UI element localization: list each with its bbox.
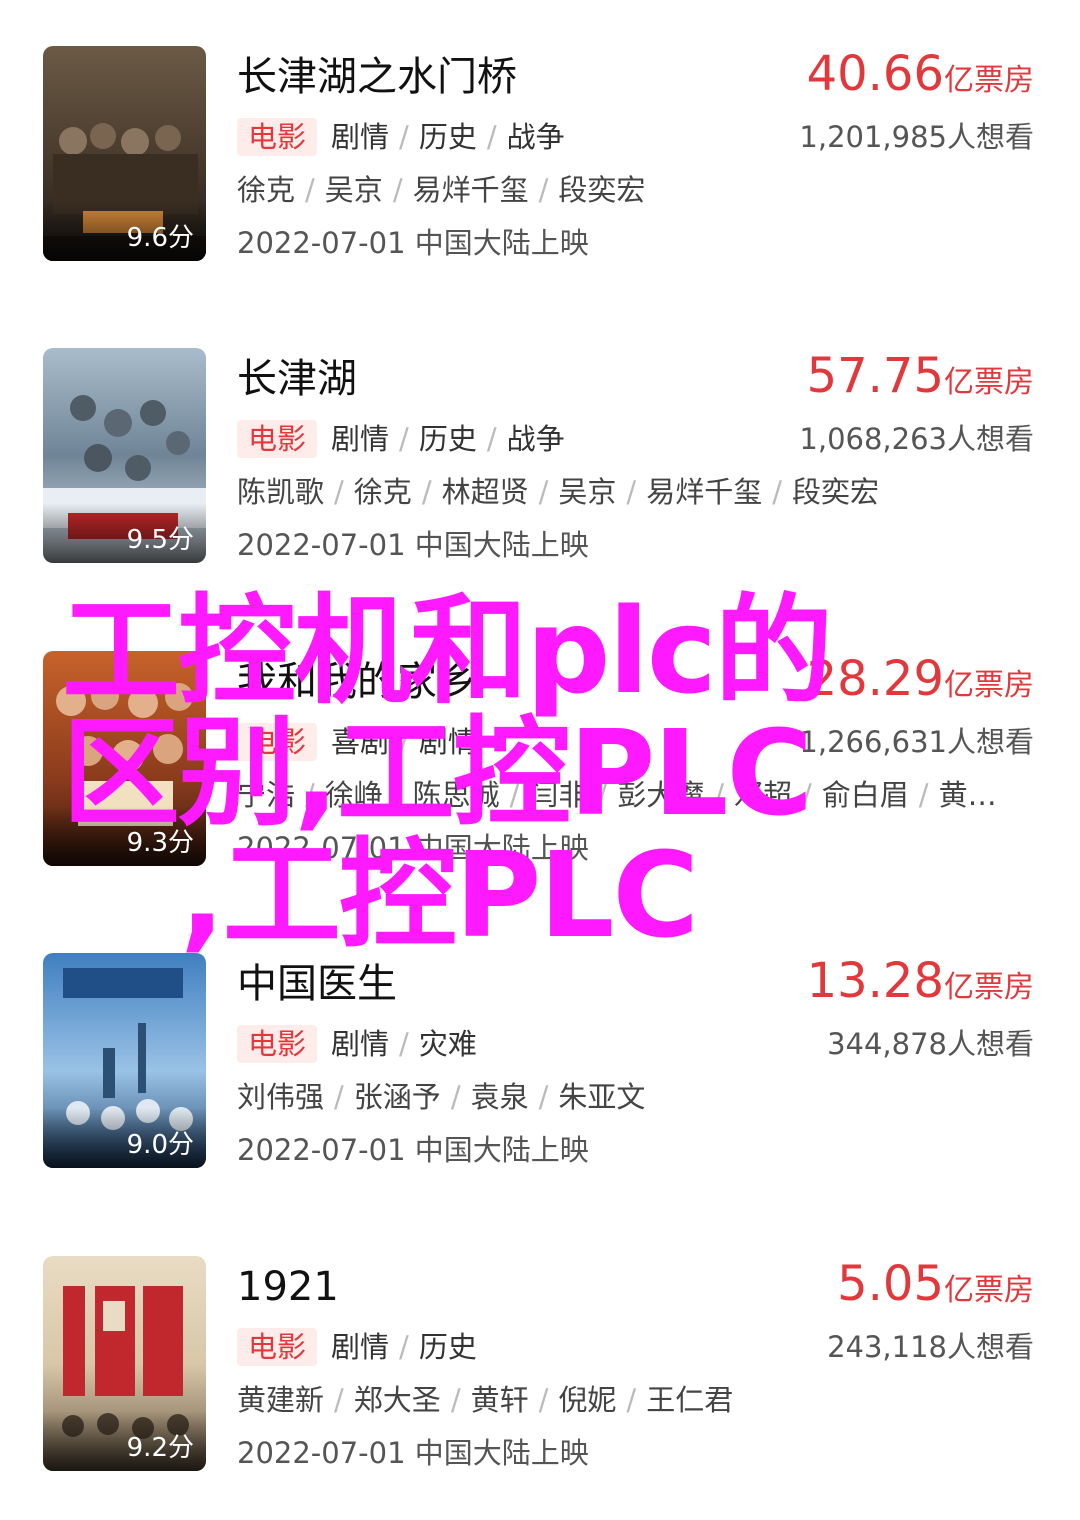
cast-name: 刘伟强 (237, 1080, 325, 1114)
cast-name: 吴京 (324, 173, 383, 207)
type-badge: 电影 (237, 420, 318, 458)
rating-score: 9.3分 (126, 828, 194, 858)
cast-name: 张涵予 (353, 1080, 441, 1114)
cast-name: 林超贤 (441, 475, 529, 509)
cast-name: 俞白眉 (821, 778, 909, 812)
genre-tag: 战争 (506, 422, 565, 456)
movie-item[interactable]: 9.3分 我和我的家乡 28.29亿票房 电影 喜剧 / 剧情 1,266,631人想… (0, 651, 1080, 881)
box-office-unit: 亿票房 (944, 970, 1034, 1005)
cast-name: 陈思诚 (412, 778, 500, 812)
want-to-see-count: 1,201,985人想看 (799, 120, 1034, 154)
cast-name: 黄… (938, 778, 997, 812)
cast-name: 邓超 (733, 778, 792, 812)
cast-name: 易烊千玺 (412, 173, 529, 207)
movie-poster[interactable]: 9.6分 (43, 46, 206, 261)
genre-tags: 电影 剧情 / 历史 / 战争 (237, 118, 565, 156)
cast-name: 郑大圣 (353, 1383, 441, 1417)
want-to-see-count: 243,118人想看 (827, 1330, 1034, 1364)
type-badge: 电影 (237, 723, 318, 761)
type-badge: 电影 (237, 1328, 318, 1366)
cast-name: 倪妮 (558, 1383, 617, 1417)
movie-title[interactable]: 中国医生 (237, 959, 397, 1009)
genre-tag: 灾难 (418, 1027, 477, 1061)
cast-name: 闫非 (529, 778, 588, 812)
genre-tag: 剧情 (331, 1027, 390, 1061)
cast-list: 刘伟强 / 张涵予 / 袁泉 / 朱亚文 (237, 1080, 646, 1114)
want-to-see-count: 344,878人想看 (827, 1027, 1034, 1061)
movie-title[interactable]: 我和我的家乡 (237, 657, 477, 707)
genre-tags: 电影 剧情 / 灾难 (237, 1025, 477, 1063)
cast-name: 黄建新 (237, 1383, 325, 1417)
rating-score: 9.6分 (126, 223, 194, 253)
type-badge: 电影 (237, 118, 318, 156)
cast-name: 黄轩 (470, 1383, 529, 1417)
cast-name: 徐克 (237, 173, 296, 207)
cast-name: 王仁君 (646, 1383, 734, 1417)
box-office: 40.66亿票房 (807, 46, 1034, 113)
genre-tags: 电影 喜剧 / 剧情 (237, 723, 477, 761)
want-to-see-count: 1,068,263人想看 (799, 422, 1034, 456)
movie-poster[interactable]: 9.0分 (43, 953, 206, 1168)
rating-score: 9.0分 (126, 1130, 194, 1160)
release-info: 2022-07-01 中国大陆上映 (237, 1436, 589, 1470)
movie-title[interactable]: 长津湖之水门桥 (237, 52, 517, 102)
want-to-see-count: 1,266,631人想看 (799, 725, 1034, 759)
cast-name: 袁泉 (470, 1080, 529, 1114)
rating-score: 9.2分 (126, 1433, 194, 1463)
release-info: 2022-07-01 中国大陆上映 (237, 226, 589, 260)
genre-tags: 电影 剧情 / 历史 (237, 1328, 477, 1366)
cast-name: 彭大魔 (617, 778, 705, 812)
box-office-unit: 亿票房 (944, 668, 1034, 703)
cast-list: 黄建新 / 郑大圣 / 黄轩 / 倪妮 / 王仁君 (237, 1383, 734, 1417)
box-office-unit: 亿票房 (944, 63, 1034, 98)
cast-name: 朱亚文 (558, 1080, 646, 1114)
release-info: 2022-07-01 中国大陆上映 (237, 831, 589, 865)
release-info: 2022-07-01 中国大陆上映 (237, 1133, 589, 1167)
genre-tag: 剧情 (418, 725, 477, 759)
cast-name: 吴京 (558, 475, 617, 509)
movie-poster[interactable]: 9.2分 (43, 1256, 206, 1471)
cast-name: 徐峥 (324, 778, 383, 812)
box-office-number: 28.29 (806, 651, 944, 707)
cast-name: 宁浩 (237, 778, 296, 812)
movie-title[interactable]: 长津湖 (237, 354, 357, 404)
genre-tag: 历史 (418, 1330, 477, 1364)
box-office: 28.29亿票房 (807, 651, 1034, 718)
genre-tag: 剧情 (331, 422, 390, 456)
type-badge: 电影 (237, 1025, 318, 1063)
cast-name: 易烊千玺 (646, 475, 763, 509)
box-office-number: 40.66 (806, 46, 944, 102)
movie-poster[interactable]: 9.5分 (43, 348, 206, 563)
genre-tag: 喜剧 (331, 725, 390, 759)
genre-tag: 历史 (418, 422, 477, 456)
movie-item[interactable]: 9.6分 长津湖之水门桥 40.66亿票房 电影 剧情 / 历史 / 战争 1,201,9… (0, 46, 1080, 276)
movie-item[interactable]: 9.5分 长津湖 57.75亿票房 电影 剧情 / 历史 / 战争 1,068,263人想… (0, 348, 1080, 578)
movie-title[interactable]: 1921 (237, 1262, 339, 1312)
box-office-number: 5.05 (837, 1256, 944, 1312)
release-info: 2022-07-01 中国大陆上映 (237, 528, 589, 562)
box-office-unit: 亿票房 (944, 1273, 1034, 1308)
movie-item[interactable]: 9.0分 中国医生 13.28亿票房 电影 剧情 / 灾难 344,878人想看 刘伟… (0, 953, 1080, 1183)
genre-tag: 历史 (418, 120, 477, 154)
box-office: 13.28亿票房 (807, 953, 1034, 1020)
genre-tags: 电影 剧情 / 历史 / 战争 (237, 420, 565, 458)
cast-name: 陈凯歌 (237, 475, 325, 509)
movie-poster[interactable]: 9.3分 (43, 651, 206, 866)
cast-list: 徐克 / 吴京 / 易烊千玺 / 段奕宏 (237, 173, 646, 207)
genre-tag: 战争 (506, 120, 565, 154)
box-office-number: 13.28 (806, 953, 944, 1009)
box-office: 5.05亿票房 (837, 1256, 1034, 1323)
rating-score: 9.5分 (126, 525, 194, 555)
movie-item[interactable]: 9.2分 1921 5.05亿票房 电影 剧情 / 历史 243,118人想看 黄建新… (0, 1256, 1080, 1486)
cast-name: 徐克 (353, 475, 412, 509)
box-office-number: 57.75 (806, 348, 944, 404)
cast-list: 宁浩 / 徐峥 / 陈思诚 / 闫非 / 彭大魔 / 邓超 / 俞白眉 / 黄… (237, 778, 997, 812)
genre-tag: 剧情 (331, 1330, 390, 1364)
cast-name: 段奕宏 (558, 173, 646, 207)
cast-name: 段奕宏 (791, 475, 879, 509)
genre-tag: 剧情 (331, 120, 390, 154)
box-office-unit: 亿票房 (944, 365, 1034, 400)
cast-list: 陈凯歌 / 徐克 / 林超贤 / 吴京 / 易烊千玺 / 段奕宏 (237, 475, 879, 509)
box-office: 57.75亿票房 (807, 348, 1034, 415)
